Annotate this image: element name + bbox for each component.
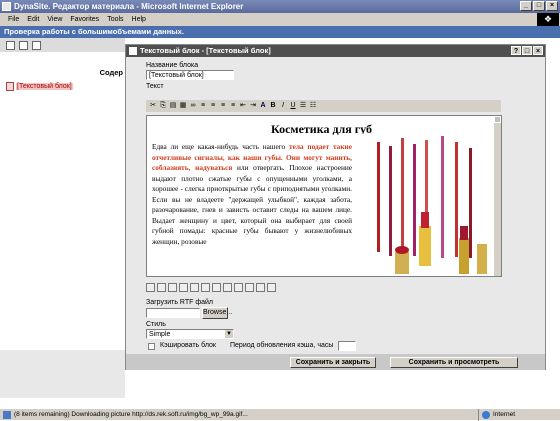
document-icon (6, 82, 14, 91)
ie-icon (2, 2, 11, 11)
dialog-close-button[interactable]: × (533, 46, 543, 55)
tree-item[interactable]: [Текстовый блок] (6, 82, 73, 91)
editor-secondary-toolbar (146, 281, 291, 293)
insert-column-icon[interactable] (168, 282, 177, 292)
table-props-icon[interactable] (223, 282, 232, 292)
editor-scrollbar[interactable] (494, 116, 501, 276)
article-text-start: Едва ли еще какая-нибудь часть нашего (152, 142, 286, 151)
close-button[interactable]: × (546, 1, 558, 11)
delete-document-icon[interactable] (32, 41, 41, 50)
cache-period-label: Период обновления кэша, часы (230, 342, 334, 349)
menu-tools[interactable]: Tools (107, 16, 123, 23)
link-icon[interactable]: ∞ (189, 102, 197, 110)
dialog-help-button[interactable]: ? (511, 46, 521, 55)
font-color-icon[interactable]: A (259, 102, 267, 110)
globe-icon (482, 411, 490, 419)
menu-file[interactable]: File (8, 16, 19, 23)
cache-block-label: Кэшировать блок (160, 342, 216, 349)
cut-icon[interactable]: ✂ (149, 102, 157, 110)
menu-favorites[interactable]: Favorites (70, 16, 99, 23)
dialog-title-bar: Текстовый блок - [Текстовый блок] ? □ × (126, 45, 545, 57)
special-char-icon[interactable] (256, 282, 265, 292)
app-header: Проверка работы с большимобъемами данных… (0, 26, 560, 38)
browser-title: DynaSite. Редактор материала - Microsoft… (14, 2, 244, 11)
bold-icon[interactable]: B (269, 102, 277, 110)
paste-icon[interactable]: ▤ (169, 102, 177, 110)
outdent-icon[interactable]: ⇤ (239, 102, 247, 110)
dialog-maximize-button[interactable]: □ (522, 46, 532, 55)
security-zone: Internet (478, 409, 558, 421)
rich-text-toolbar: ✂ ⎘ ▤ ▦ ∞ ≡ ≡ ≡ ≡ ⇤ ⇥ A B I U ☰ ☷ (146, 100, 501, 112)
chevron-down-icon[interactable]: ▼ (225, 330, 233, 338)
cache-block-checkbox[interactable] (148, 343, 155, 350)
menu-view[interactable]: View (47, 16, 62, 23)
scroll-up-icon[interactable] (494, 116, 501, 123)
block-name-label: Название блока (146, 62, 199, 69)
save-close-button[interactable]: Сохранить и закрыть (290, 357, 376, 368)
copy-icon[interactable]: ⎘ (159, 102, 167, 110)
status-bar: (8 items remaining) Downloading picture … (0, 408, 560, 421)
style-label: Стиль (146, 321, 166, 328)
menu-help[interactable]: Help (132, 16, 146, 23)
left-toolbar (0, 38, 125, 52)
insert-table-icon[interactable] (146, 282, 155, 292)
minimize-button[interactable]: _ (520, 1, 532, 11)
table-icon[interactable]: ▦ (179, 102, 187, 110)
copy-document-icon[interactable] (19, 41, 28, 50)
numbered-list-icon[interactable]: ☷ (309, 102, 317, 110)
upload-rtf-label: Загрузить RTF файл (146, 299, 213, 306)
maximize-button[interactable]: □ (533, 1, 545, 11)
delete-column-icon[interactable] (190, 282, 199, 292)
underline-icon[interactable]: U (289, 102, 297, 110)
windows-logo-icon: ❖ (537, 13, 559, 26)
new-document-icon[interactable] (6, 41, 15, 50)
style-select[interactable]: Simple ▼ (146, 329, 234, 339)
article-text: Едва ли еще какая-нибудь часть нашего те… (152, 142, 352, 247)
align-right-icon[interactable]: ≡ (219, 102, 227, 110)
align-center-icon[interactable]: ≡ (209, 102, 217, 110)
style-select-value: Simple (149, 331, 171, 338)
italic-icon[interactable]: I (279, 102, 287, 110)
text-block-dialog: Текстовый блок - [Текстовый блок] ? □ × … (125, 44, 546, 370)
delete-row-icon[interactable] (179, 282, 188, 292)
insert-row-icon[interactable] (157, 282, 166, 292)
left-pane-footer (0, 350, 125, 398)
bullet-list-icon[interactable]: ☰ (299, 102, 307, 110)
save-view-button[interactable]: Сохранить и просмотреть (390, 357, 518, 368)
html-source-icon[interactable] (267, 282, 276, 292)
dialog-title: Текстовый блок - [Текстовый блок] (140, 46, 271, 55)
zone-label: Internet (493, 411, 516, 418)
indent-icon[interactable]: ⇥ (249, 102, 257, 110)
image-icon[interactable] (245, 282, 254, 292)
browse-button[interactable]: Browse... (202, 307, 232, 319)
merge-cells-icon[interactable] (201, 282, 210, 292)
loading-icon (3, 411, 11, 419)
block-name-input[interactable]: [Текстовый блок] (146, 70, 234, 80)
menu-bar: File Edit View Favorites Tools Help ❖ (0, 13, 560, 26)
article-text-rest: или отвергать. Плохое настроение выдают … (152, 163, 353, 246)
dialog-icon (129, 47, 137, 55)
left-pane: Содер [Текстовый блок] (0, 52, 125, 350)
rich-text-editor[interactable]: Косметика для губ Едва ли еще какая-нибу… (146, 115, 502, 277)
dialog-footer: Сохранить и закрыть Сохранить и просмотр… (126, 354, 545, 370)
rtf-file-input[interactable] (146, 308, 200, 318)
menu-edit[interactable]: Edit (27, 16, 39, 23)
cache-period-input[interactable] (338, 341, 356, 351)
lipstick-image (359, 134, 489, 276)
status-text: (8 items remaining) Downloading picture … (14, 411, 248, 418)
tree-item-label: [Текстовый блок] (16, 83, 73, 90)
browser-title-bar: DynaSite. Редактор материала - Microsoft… (0, 0, 560, 13)
cell-props-icon[interactable] (234, 282, 243, 292)
align-left-icon[interactable]: ≡ (199, 102, 207, 110)
text-label: Текст (146, 83, 164, 90)
justify-icon[interactable]: ≡ (229, 102, 237, 110)
left-pane-caption: Содер (99, 68, 123, 77)
split-cells-icon[interactable] (212, 282, 221, 292)
